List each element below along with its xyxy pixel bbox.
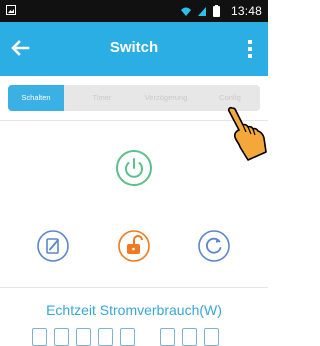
signal-icon: [198, 7, 206, 16]
digit-box: [204, 328, 219, 346]
digit-box: [120, 328, 135, 346]
tab-verzoegerung[interactable]: Verzögerung: [136, 85, 196, 111]
tab-bar: Schalten Timer Verzögerung Config: [8, 85, 260, 111]
page-title: Switch: [109, 39, 159, 56]
system-status-icons: [181, 5, 220, 17]
digit-box: [76, 328, 91, 346]
edit-icon: [46, 238, 59, 254]
tab-timer[interactable]: Timer: [82, 85, 122, 111]
power-consumption-label: Echtzeit Stromverbrauch(W): [46, 302, 222, 318]
digit-box: [98, 328, 113, 346]
overflow-menu-icon[interactable]: [246, 39, 254, 59]
wifi-icon: [181, 7, 191, 16]
power-button[interactable]: [115, 149, 153, 187]
edit-button[interactable]: [36, 229, 70, 263]
digit-box: [54, 328, 69, 346]
digit-box: [32, 328, 47, 346]
divider: [0, 287, 268, 288]
pointing-hand-icon: [227, 106, 267, 161]
digit-box: [182, 328, 197, 346]
battery-icon: [213, 5, 220, 17]
image-icon: [6, 5, 16, 15]
app-bar: Switch: [0, 22, 268, 76]
digit-box: [160, 328, 175, 346]
status-bar: 13:48: [0, 0, 268, 22]
status-time: 13:48: [230, 4, 262, 18]
unlock-button[interactable]: [117, 229, 151, 263]
refresh-button[interactable]: [197, 229, 231, 263]
power-consumption-display: [32, 328, 242, 346]
tab-schalten[interactable]: Schalten: [8, 85, 64, 111]
